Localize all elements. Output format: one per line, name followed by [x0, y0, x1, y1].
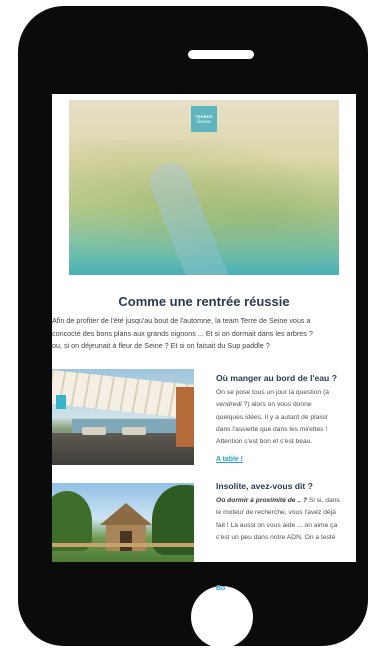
intro-line: Afin de profiter de l'été jusqu'au bout … [52, 316, 311, 325]
awning-shape [52, 369, 194, 421]
article-body: On se pose tous un jour la question (à v… [216, 387, 356, 448]
article-line: le moteur de recherche, vous l'avez déjà [216, 509, 336, 517]
article-line: c'est un peu dans notre ADN. On a testé [216, 533, 336, 541]
speaker-grille [188, 50, 254, 59]
article-eat-by-water: Où manger au bord de l'eau ? On se pose … [216, 373, 356, 466]
intro-line: concocté des bons plans aux grands oigno… [52, 328, 313, 338]
article-bold-italic: Où dormir à proximité de .. ? [216, 497, 308, 504]
article-unusual-stay: Insolite, avez-vous dit ? Où dormir à pr… [216, 481, 356, 544]
intro-line: ou, si on déjeunait à fleur de Seine ? E… [52, 341, 270, 350]
cabin-roof-shape [100, 503, 152, 525]
article-line: fait ! Là aussi on vous aide ... on aime… [216, 521, 338, 529]
phone-screen: TERRES Seine Comme une rentrée réussie A… [52, 94, 356, 562]
article-line: Attention c'est bon et c'est beau. [216, 438, 313, 446]
deck-shape [52, 433, 194, 465]
cabin-door-shape [120, 531, 132, 551]
mobile-mockup: TERRES Seine Comme une rentrée réussie A… [0, 0, 372, 650]
brand-logo[interactable]: TERRES Seine [191, 106, 217, 132]
article-body: Où dormir à proximité de .. ? Si si, dan… [216, 495, 356, 544]
flag-shape [56, 395, 66, 409]
newsletter-headline: Comme une rentrée réussie [118, 294, 290, 309]
article-line: On se pose tous un jour la question (à [216, 389, 330, 396]
trees-shape [52, 491, 92, 551]
intro-paragraph: Afin de profiter de l'été jusqu'au bout … [52, 315, 356, 353]
a-table-link[interactable]: A table ! [216, 456, 243, 463]
article-title[interactable]: Insolite, avez-vous dit ? [216, 481, 356, 491]
article-line: Où dormir à proximité de .. ? Si si, dan… [216, 495, 356, 507]
article-line: vendredi ?) alors on vous donne [216, 399, 356, 411]
article-line: quelques idées. Il y a autant de plaisir [216, 413, 328, 421]
table-shape [122, 427, 146, 435]
restaurant-terrace-image[interactable] [52, 369, 194, 465]
fence-shape [52, 543, 194, 547]
article-line: dans l'assiette que dans les mirettes ! [216, 425, 328, 433]
article-line-rest: ?) alors on vous donne [241, 401, 312, 409]
article-line-rest: Si si, dans [307, 497, 340, 504]
home-button[interactable] [191, 586, 253, 648]
article-title[interactable]: Où manger au bord de l'eau ? [216, 373, 356, 383]
treehouse-cabin-image[interactable] [52, 483, 194, 562]
article-italic: vendredi [216, 401, 242, 409]
logo-text-bottom: Seine [196, 118, 212, 125]
hero-image: TERRES Seine [69, 100, 339, 275]
umbrella-shape [176, 387, 194, 447]
table-shape [82, 427, 106, 435]
bottom-peek-link[interactable]: Bo [216, 585, 225, 592]
